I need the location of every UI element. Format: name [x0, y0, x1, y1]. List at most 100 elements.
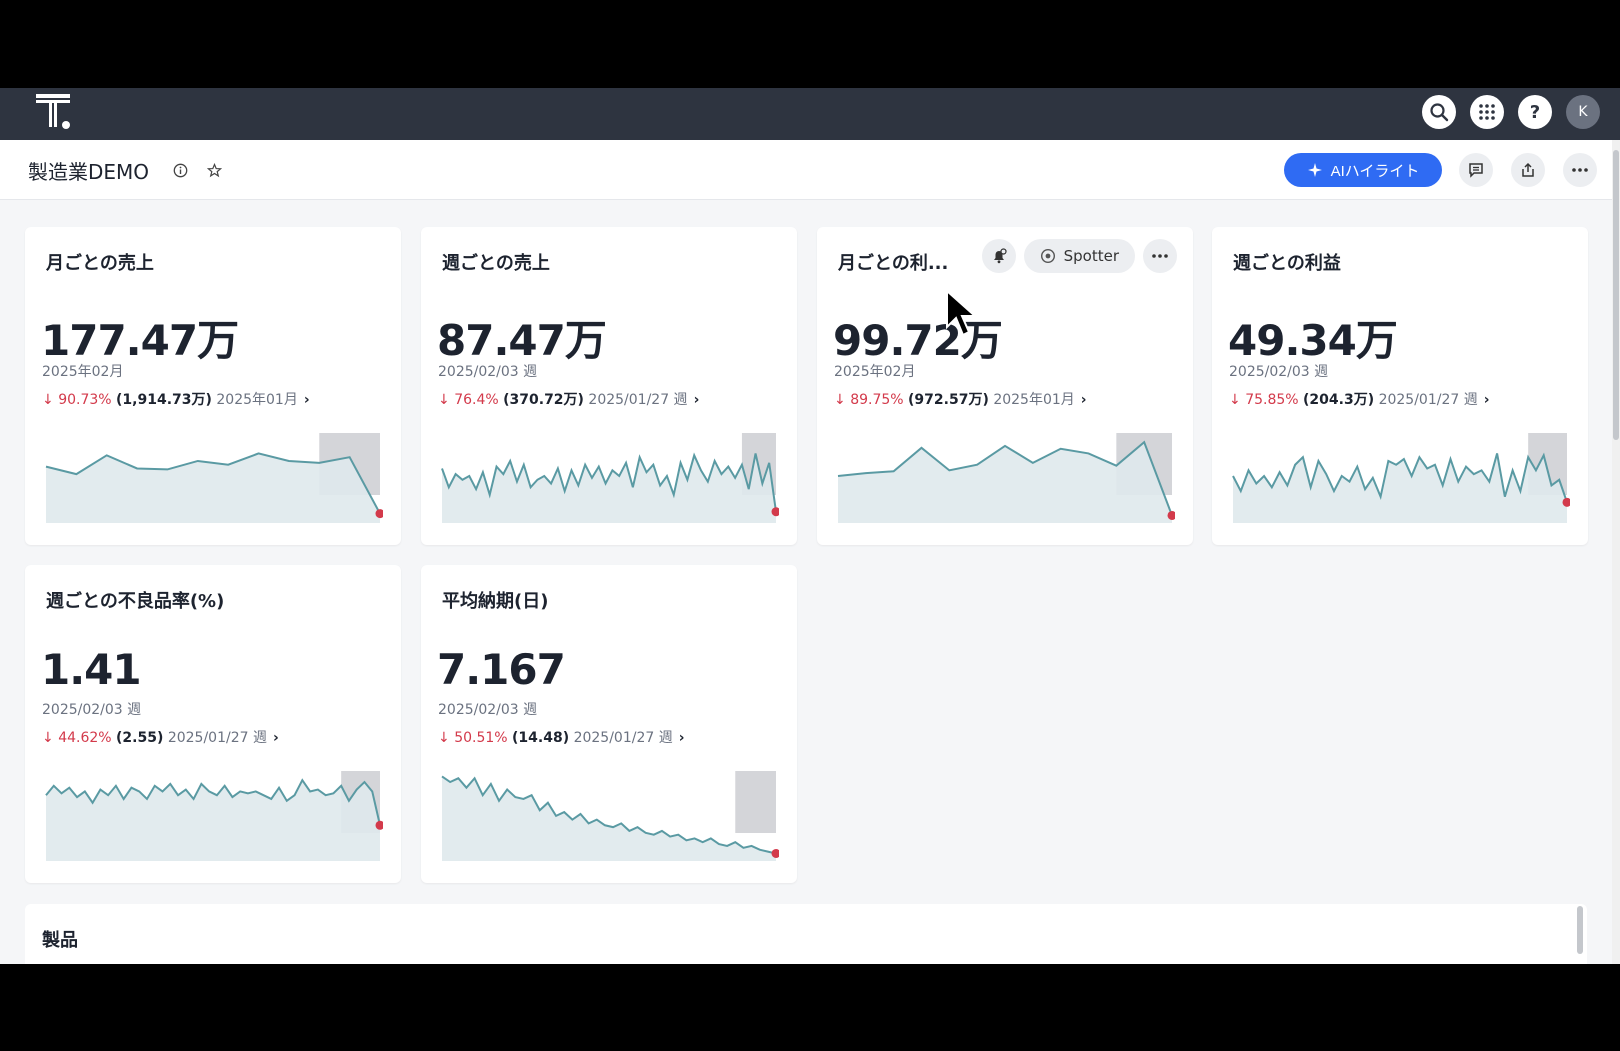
- kpi-title: 週ごとの利益: [1233, 253, 1341, 274]
- liveboard-page: 製造業DEMO AIハイライト 月ごとの売上 177.47万 2025年02月 …: [0, 140, 1620, 964]
- kpi-value: 1.41: [41, 645, 142, 694]
- ai-highlight-button[interactable]: AIハイライト: [1284, 153, 1442, 187]
- kpi-period: 2025/02/03 週: [438, 364, 538, 380]
- kpi-sparkline: [45, 433, 383, 523]
- kpi-compare-period: 2025年01月: [216, 392, 298, 408]
- products-section: 製品: [25, 904, 1587, 964]
- chevron-right-icon[interactable]: ›: [1081, 392, 1087, 408]
- kpi-period: 2025/02/03 週: [1229, 364, 1329, 380]
- sparkline-area: [1233, 453, 1567, 523]
- kpi-compare-period: 2025/01/27 週: [167, 730, 267, 746]
- card-hover-actions: Spotter: [981, 239, 1177, 273]
- more-options-icon[interactable]: [1563, 153, 1597, 187]
- kpi-change-percent: 50.51%: [454, 730, 508, 746]
- down-arrow-icon: ↓: [42, 730, 59, 746]
- kpi-comparison[interactable]: ↓ 76.4% (370.72万) 2025/01/27 週 ›: [438, 389, 699, 409]
- kpi-value: 49.34万: [1228, 316, 1398, 365]
- kpi-compare-period: 2025/01/27 週: [573, 730, 673, 746]
- spotter-icon: [1040, 248, 1055, 264]
- info-icon[interactable]: [172, 162, 188, 178]
- kpi-card[interactable]: 週ごとの利益 49.34万 2025/02/03 週 ↓ 75.85% (204…: [1212, 227, 1588, 545]
- kpi-change-absolute: (204.3万): [1303, 392, 1375, 408]
- share-icon[interactable]: [1511, 153, 1545, 187]
- chevron-right-icon[interactable]: ›: [304, 392, 310, 408]
- kpi-change-percent: 44.62%: [58, 730, 112, 746]
- kpi-card[interactable]: 月ごとの利... Spotter 99.72万 2025年02月 ↓ 89.75…: [817, 227, 1193, 545]
- sparkline-highlight-band: [735, 771, 776, 833]
- kpi-period: 2025年02月: [42, 364, 124, 380]
- kpi-change-absolute: (972.57万): [908, 392, 989, 408]
- kpi-sparkline: [1232, 433, 1570, 523]
- section-scrollbar-thumb[interactable]: [1577, 906, 1583, 954]
- kpi-compare-period: 2025/01/27 週: [588, 392, 688, 408]
- kpi-sparkline: [837, 433, 1175, 523]
- search-icon[interactable]: [1422, 95, 1456, 129]
- down-arrow-icon: ↓: [438, 730, 455, 746]
- avatar-initial: K: [1578, 104, 1588, 120]
- mouse-cursor-icon: [946, 289, 978, 337]
- kpi-comparison[interactable]: ↓ 75.85% (204.3万) 2025/01/27 週 ›: [1229, 389, 1490, 409]
- user-avatar[interactable]: K: [1566, 95, 1600, 129]
- kpi-value: 177.47万: [41, 316, 239, 365]
- kpi-change-absolute: (14.48): [512, 730, 570, 746]
- kpi-compare-period: 2025年01月: [993, 392, 1075, 408]
- chevron-right-icon[interactable]: ›: [694, 392, 700, 408]
- down-arrow-icon: ↓: [1229, 392, 1246, 408]
- chevron-right-icon[interactable]: ›: [679, 730, 685, 746]
- top-navigation-bar: ? K: [0, 88, 1620, 140]
- liveboard-header: 製造業DEMO AIハイライト: [0, 140, 1612, 200]
- kpi-change-absolute: (2.55): [116, 730, 164, 746]
- kpi-title: 週ごとの売上: [442, 253, 550, 274]
- kpi-title: 週ごとの不良品率(%): [46, 591, 225, 612]
- down-arrow-icon: ↓: [834, 392, 851, 408]
- kpi-sparkline: [441, 433, 779, 523]
- kpi-value: 7.167: [437, 645, 566, 694]
- kpi-card[interactable]: 週ごとの売上 87.47万 2025/02/03 週 ↓ 76.4% (370.…: [421, 227, 797, 545]
- liveboard-title: 製造業DEMO: [28, 160, 150, 184]
- kpi-value: 87.47万: [437, 316, 607, 365]
- kpi-change-percent: 90.73%: [58, 392, 112, 408]
- page-scrollbar[interactable]: [1612, 140, 1620, 964]
- kpi-change-percent: 89.75%: [850, 392, 904, 408]
- thoughtspot-logo[interactable]: [34, 92, 74, 132]
- kpi-title: 月ごとの利...: [838, 253, 949, 274]
- alert-bell-icon[interactable]: [981, 239, 1016, 273]
- kpi-comparison[interactable]: ↓ 44.62% (2.55) 2025/01/27 週 ›: [42, 727, 279, 747]
- chevron-right-icon[interactable]: ›: [1484, 392, 1490, 408]
- kpi-title: 平均納期(日): [442, 591, 549, 612]
- kpi-change-absolute: (370.72万): [503, 392, 584, 408]
- section-title: 製品: [42, 930, 78, 951]
- kpi-comparison[interactable]: ↓ 50.51% (14.48) 2025/01/27 週 ›: [438, 727, 685, 747]
- spotter-label: Spotter: [1063, 247, 1119, 265]
- help-icon[interactable]: ?: [1518, 95, 1552, 129]
- spotter-button[interactable]: Spotter: [1023, 239, 1135, 273]
- kpi-title: 月ごとの売上: [46, 253, 154, 274]
- kpi-compare-period: 2025/01/27 週: [1378, 392, 1478, 408]
- page-scrollbar-thumb[interactable]: [1613, 150, 1619, 440]
- kpi-change-percent: 75.85%: [1245, 392, 1299, 408]
- kpi-card[interactable]: 月ごとの売上 177.47万 2025年02月 ↓ 90.73% (1,914.…: [25, 227, 401, 545]
- apps-grid-icon[interactable]: [1470, 95, 1504, 129]
- kpi-card[interactable]: 週ごとの不良品率(%) 1.41 2025/02/03 週 ↓ 44.62% (…: [25, 565, 401, 883]
- kpi-period: 2025/02/03 週: [42, 702, 142, 718]
- kpi-card[interactable]: 平均納期(日) 7.167 2025/02/03 週 ↓ 50.51% (14.…: [421, 565, 797, 883]
- favorite-star-icon[interactable]: [206, 162, 222, 178]
- kpi-change-percent: 76.4%: [454, 392, 499, 408]
- kpi-comparison[interactable]: ↓ 90.73% (1,914.73万) 2025年01月 ›: [42, 389, 310, 409]
- comment-icon[interactable]: [1459, 153, 1493, 187]
- down-arrow-icon: ↓: [438, 392, 455, 408]
- down-arrow-icon: ↓: [42, 392, 59, 408]
- help-icon-label: ?: [1529, 101, 1541, 123]
- sparkline-area: [442, 776, 776, 861]
- kpi-sparkline: [441, 771, 779, 861]
- ai-highlight-label: AIハイライト: [1330, 162, 1420, 180]
- card-more-options-icon[interactable]: [1143, 239, 1177, 273]
- kpi-period: 2025/02/03 週: [438, 702, 538, 718]
- chevron-right-icon[interactable]: ›: [273, 730, 279, 746]
- kpi-comparison[interactable]: ↓ 89.75% (972.57万) 2025年01月 ›: [834, 389, 1087, 409]
- ai-sparkle-icon: [1307, 163, 1322, 177]
- kpi-period: 2025年02月: [834, 364, 916, 380]
- kpi-change-absolute: (1,914.73万): [116, 392, 212, 408]
- kpi-sparkline: [45, 771, 383, 861]
- sparkline-area: [46, 453, 380, 523]
